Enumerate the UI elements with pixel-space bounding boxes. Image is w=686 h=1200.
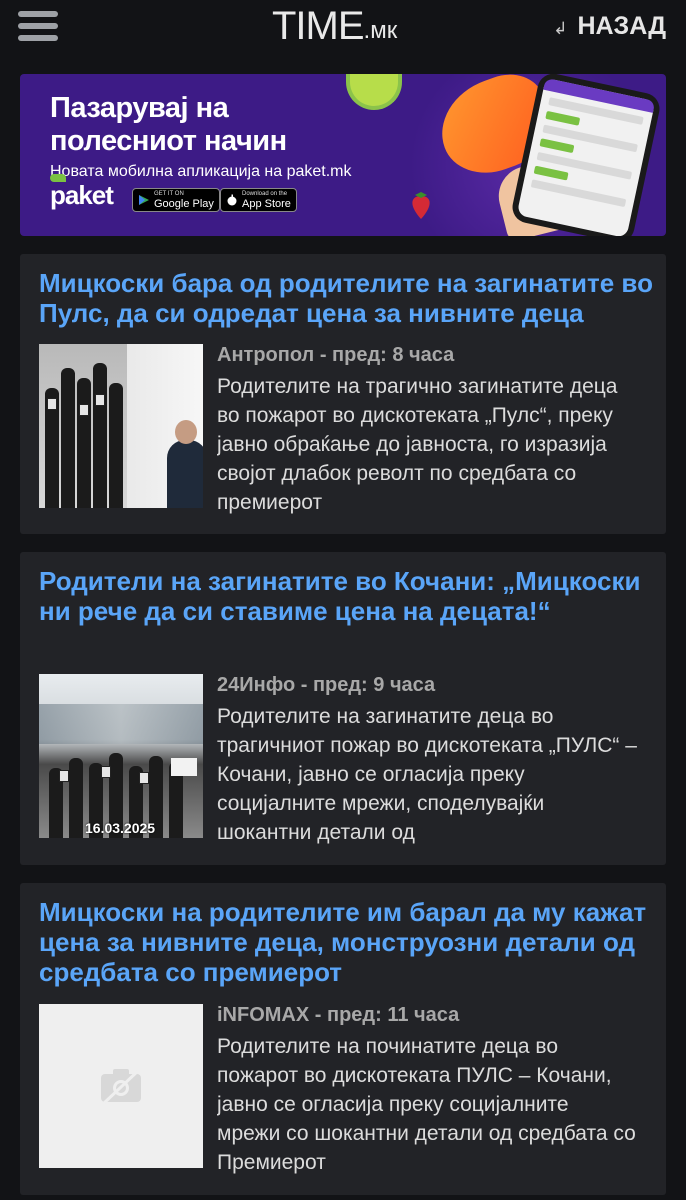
phone-row [545, 110, 580, 126]
article-title[interactable]: Мицкоски на родителите им барал да му ка… [39, 897, 654, 987]
article-source[interactable]: iNFOMAX [217, 1004, 309, 1026]
article-card: Родители на загинатите во Кочани: „Мицко… [20, 552, 666, 865]
article-excerpt: Родителите на загинатите деца во трагичн… [217, 705, 637, 844]
image-background [39, 704, 203, 744]
top-bar: TIME .мк ↲ НАЗАД [0, 0, 686, 52]
ad-banner[interactable]: Пазарувај на полесниот начин Новата моби… [20, 74, 666, 236]
strawberry-icon [412, 192, 430, 219]
article-meta: iNFOMAX - пред: 11 часа [217, 1004, 460, 1026]
banner-subtitle: Новата мобилна апликација на paket.mk [50, 163, 352, 180]
back-label: НАЗАД [577, 11, 666, 40]
image-sign [171, 758, 197, 776]
image-sign [79, 404, 89, 416]
article-source[interactable]: 24Инфо [217, 674, 295, 696]
article-image[interactable]: 16.03.2025 [39, 674, 203, 838]
image-sign [139, 772, 149, 784]
google-play-icon [139, 195, 149, 205]
article-image-placeholder[interactable] [39, 1004, 203, 1168]
leaf-icon [50, 174, 66, 182]
app-store-top: Download on the [242, 191, 288, 197]
app-store-label: App Store [242, 198, 291, 210]
article-meta: Антропол - пред: 8 часа [217, 344, 455, 366]
phone-row [533, 165, 569, 181]
article-time: пред: 8 часа [332, 344, 455, 366]
image-figure [93, 363, 107, 508]
banner-headline-line2: полесниот начин [50, 125, 287, 157]
image-figure [175, 420, 197, 444]
no-image-icon [101, 1068, 141, 1106]
article-meta: 24Инфо - пред: 9 часа [217, 674, 436, 696]
article-excerpt: Родителите на починатите деца во пожарот… [217, 1035, 636, 1174]
article-card: Мицкоски бара од родителите на загинатит… [20, 254, 666, 534]
article-title[interactable]: Родители на загинатите во Кочани: „Мицко… [39, 566, 654, 626]
article-time: пред: 9 часа [312, 674, 436, 696]
article-image[interactable] [39, 344, 203, 508]
app-store-button[interactable]: Download on the App Store [220, 188, 297, 212]
lime-icon [346, 74, 402, 110]
site-logo[interactable]: TIME .мк [272, 2, 397, 48]
image-figure [77, 378, 91, 508]
banner-headline: Пазарувај на полесниот начин [50, 92, 287, 158]
image-figure [61, 368, 75, 508]
phone-screen [516, 77, 656, 236]
paket-logo: paket [50, 174, 114, 211]
return-arrow-icon: ↲ [553, 19, 568, 38]
image-sign [47, 398, 57, 410]
article-excerpt: Родителите на трагично загинатите деца в… [217, 375, 618, 514]
article-card: Мицкоски на родителите им барал да му ка… [20, 883, 666, 1195]
google-play-button[interactable]: GET IT ON Google Play [132, 188, 220, 212]
back-button[interactable]: ↲ НАЗАД [553, 10, 666, 42]
paket-logo-text: paket [50, 180, 114, 210]
article-source[interactable]: Антропол [217, 344, 314, 366]
apple-icon [227, 194, 237, 206]
article-title[interactable]: Мицкоски бара од родителите на загинатит… [39, 268, 654, 328]
logo-main: TIME [272, 4, 365, 48]
image-date-caption: 16.03.2025 [85, 820, 156, 836]
phone-row [530, 179, 627, 208]
banner-headline-line1: Пазарувај на [50, 92, 229, 124]
google-play-top: GET IT ON [154, 191, 184, 197]
image-figure [109, 383, 123, 508]
image-sign [59, 770, 69, 782]
logo-suffix: .мк [363, 17, 398, 44]
article-time: пред: 11 часа [327, 1004, 460, 1026]
hamburger-menu-icon[interactable] [18, 11, 58, 41]
phone-row [539, 138, 574, 154]
image-sign [95, 394, 105, 406]
image-sign [101, 766, 111, 778]
google-play-label: Google Play [154, 198, 214, 210]
image-figure [69, 758, 83, 838]
image-figure [167, 440, 203, 508]
